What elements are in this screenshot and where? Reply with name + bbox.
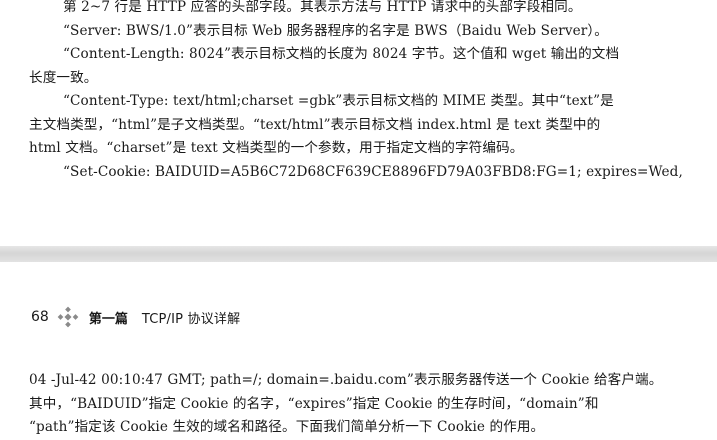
paragraph-content-length: “Content-Length: 8024”表示目标文档的长度为 8024 字节… bbox=[29, 43, 679, 90]
part-title: 第一篇 bbox=[88, 311, 128, 327]
text-line: “Set-Cookie: BAIDUID=A5B6C72D68CF639CE88… bbox=[63, 163, 683, 180]
book-page-top: 第 2~7 行是 HTTP 应答的头部字段。其表示方法与 HTTP 请求中的头部… bbox=[0, 0, 717, 246]
paragraph-set-cookie: “Set-Cookie: BAIDUID=A5B6C72D68CF639CE88… bbox=[29, 161, 683, 185]
text-line: 04 -Jul-42 00:10:47 GMT; path=/; domain=… bbox=[29, 372, 663, 388]
text-line: “Content-Length: 8024”表示目标文档的长度为 8024 字节… bbox=[63, 46, 620, 62]
text-line: 第 2~7 行是 HTTP 应答的头部字段。其表示方法与 HTTP 请求中的头部… bbox=[63, 0, 582, 15]
paragraph-content-type: “Content-Type: text/html;charset =gbk”表示… bbox=[29, 90, 679, 161]
paragraph-header-fields: 第 2~7 行是 HTTP 应答的头部字段。其表示方法与 HTTP 请求中的头部… bbox=[29, 0, 679, 20]
text-line: “path”指定该 Cookie 生效的域名和路径。下面我们简单分析一下 Coo… bbox=[29, 419, 545, 435]
running-header: 68 第一篇 TCP/IP 协议详解 bbox=[31, 306, 240, 328]
page-break-gutter bbox=[0, 246, 717, 262]
text-line: html 文档。“charset”是 text 文档类型的一个参数，用于指定文档… bbox=[29, 140, 524, 156]
text-line: 长度一致。 bbox=[29, 69, 98, 86]
text-line: “Server: BWS/1.0”表示目标 Web 服务器程序的名字是 BWS（… bbox=[63, 22, 608, 39]
paragraph-cookie-continued: 04 -Jul-42 00:10:47 GMT; path=/; domain=… bbox=[29, 369, 679, 440]
page-number: 68 bbox=[31, 309, 49, 325]
diamond-ornament-icon bbox=[57, 306, 79, 328]
paragraph-server: “Server: BWS/1.0”表示目标 Web 服务器程序的名字是 BWS（… bbox=[29, 20, 679, 44]
text-line: 其中，“BAIDUID”指定 Cookie 的名字，“expires”指定 Co… bbox=[29, 395, 599, 412]
text-line: “Content-Type: text/html;charset =gbk”表示… bbox=[63, 93, 614, 109]
chapter-title: TCP/IP 协议详解 bbox=[141, 311, 241, 327]
text-line: 主文档类型，“html”是子文档类型。“text/html”表示目标文档 ind… bbox=[29, 116, 601, 133]
